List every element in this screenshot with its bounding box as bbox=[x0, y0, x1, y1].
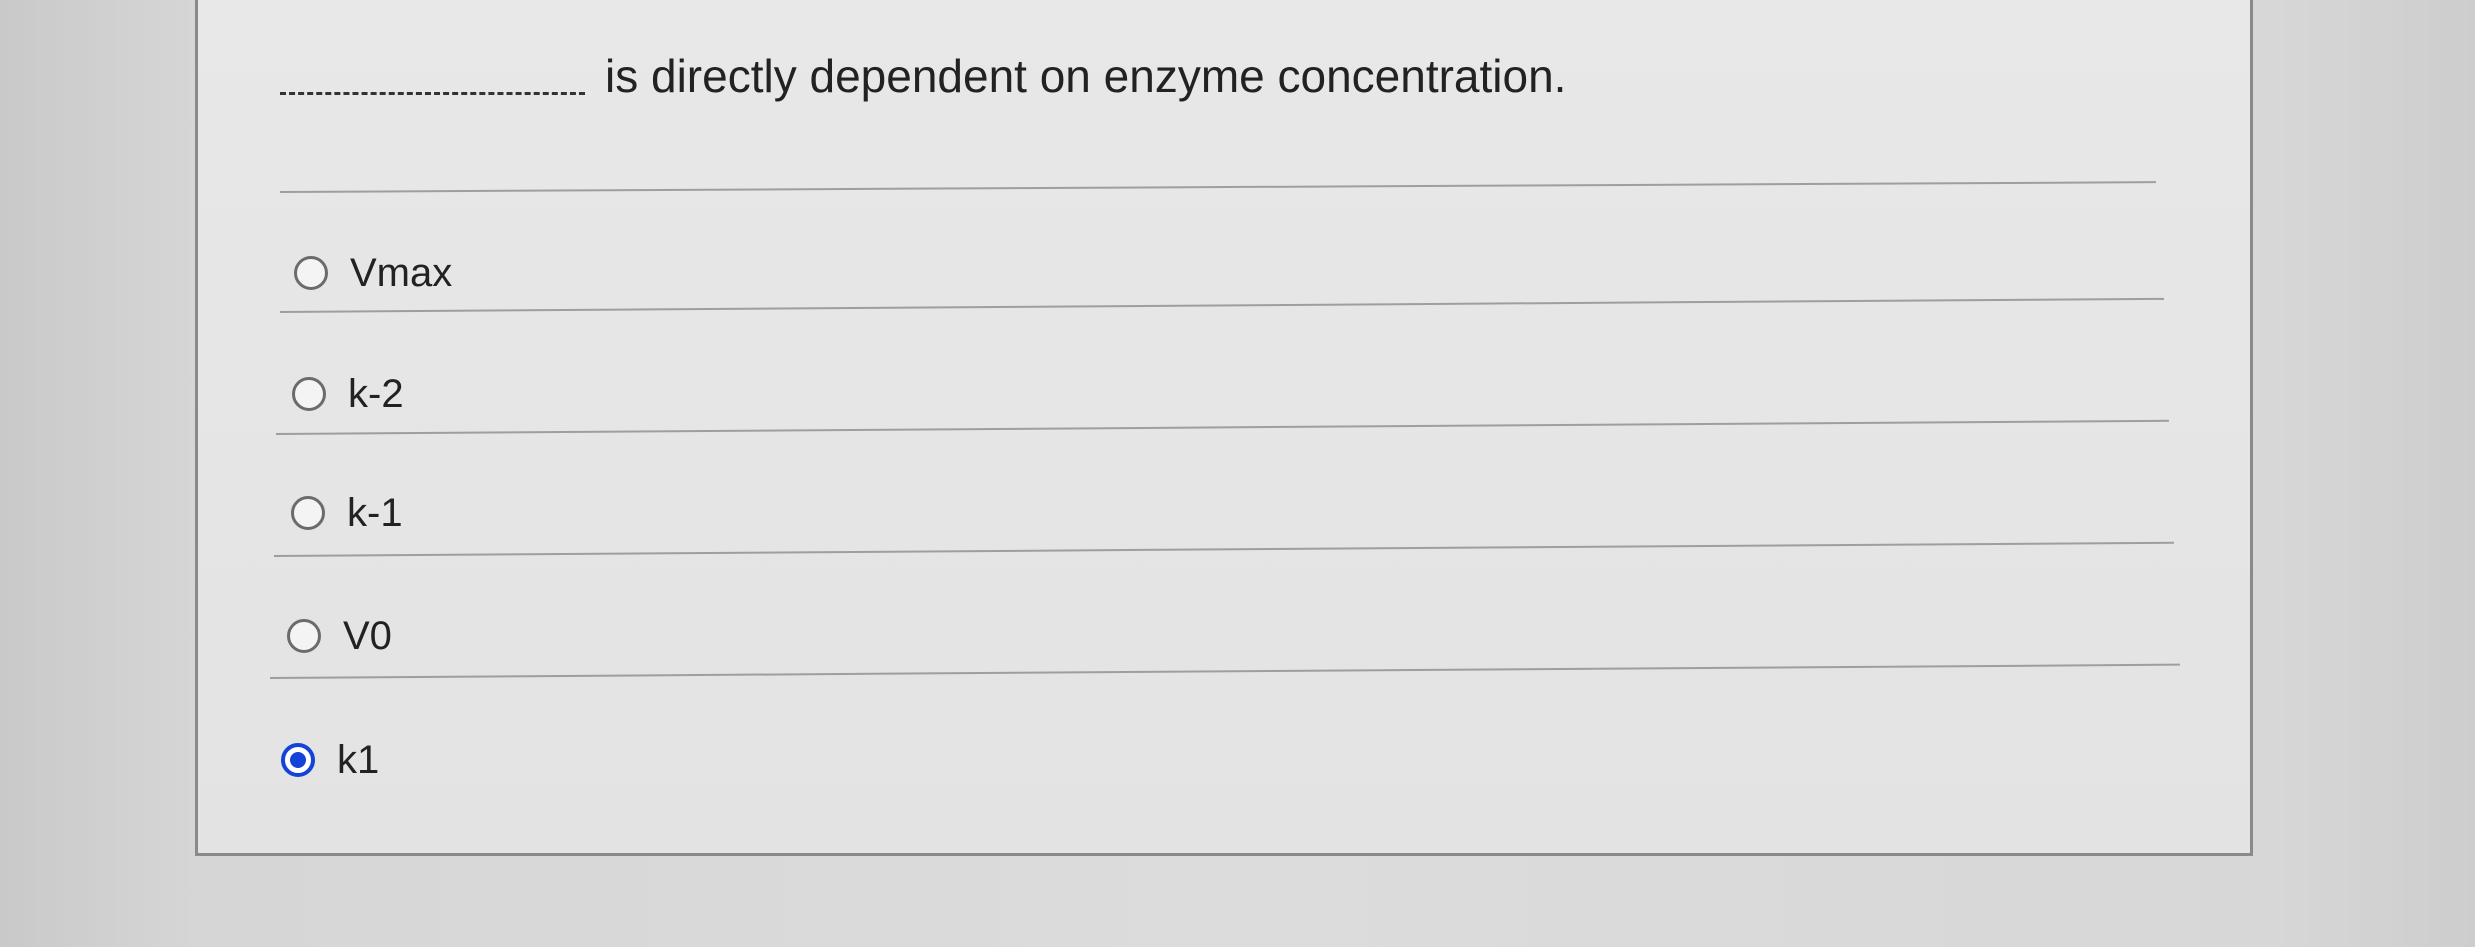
option-label: k1 bbox=[337, 737, 380, 782]
option-k1[interactable]: k1 bbox=[281, 720, 379, 800]
divider bbox=[279, 181, 2156, 193]
option-k-minus-2[interactable]: k-2 bbox=[292, 354, 404, 434]
radio-button[interactable] bbox=[294, 256, 328, 290]
radio-button-selected[interactable] bbox=[281, 743, 315, 777]
option-k-minus-1[interactable]: k-1 bbox=[291, 473, 403, 553]
question-text: is directly dependent on enzyme concentr… bbox=[605, 50, 1567, 102]
radio-button[interactable] bbox=[287, 619, 321, 653]
option-label: Vmax bbox=[350, 250, 453, 295]
divider bbox=[275, 419, 2169, 435]
option-v0[interactable]: V0 bbox=[287, 596, 392, 676]
divider bbox=[279, 297, 2164, 313]
radio-button[interactable] bbox=[291, 496, 325, 530]
answer-blank bbox=[280, 52, 585, 95]
option-label: k-2 bbox=[348, 371, 404, 416]
option-label: V0 bbox=[343, 613, 392, 658]
radio-button[interactable] bbox=[292, 377, 326, 411]
divider bbox=[269, 663, 2180, 679]
question-card: is directly dependent on enzyme concentr… bbox=[195, 0, 2253, 856]
divider bbox=[273, 541, 2174, 557]
option-label: k-1 bbox=[347, 490, 403, 535]
question-stem: is directly dependent on enzyme concentr… bbox=[280, 23, 1566, 103]
option-vmax[interactable]: Vmax bbox=[294, 233, 452, 313]
